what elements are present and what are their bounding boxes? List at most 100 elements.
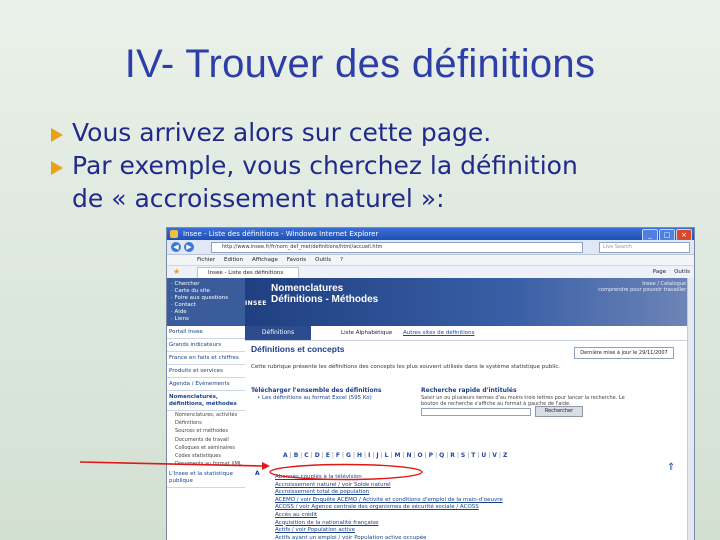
definition-link[interactable]: Acquisition de la nationalité française — [275, 520, 575, 528]
alphabet-letter-link[interactable]: U — [481, 452, 486, 459]
nav-item-active[interactable]: Nomenclatures, définitions, méthodes — [167, 391, 245, 411]
nav-item[interactable]: L'Insee et la statistique publique — [167, 468, 245, 489]
alphabet-letter-link[interactable]: E — [326, 452, 330, 459]
alphabet-letter-link[interactable]: F — [336, 452, 340, 459]
alphabet-separator: | — [289, 452, 292, 459]
vertical-scrollbar[interactable] — [687, 278, 694, 540]
subnav-item[interactable]: Sources et méthodes — [167, 427, 245, 435]
menu-edition[interactable]: Edition — [224, 255, 243, 265]
subnav-item[interactable]: Codes statistiques — [167, 452, 245, 460]
definition-link[interactable]: Abonnés couplés à la télévision — [275, 474, 575, 482]
alphabet-letter-link[interactable]: O — [418, 452, 423, 459]
alphabet-letter-link[interactable]: Q — [439, 452, 444, 459]
alphabet-separator: | — [435, 452, 438, 459]
menu-help[interactable]: ? — [340, 255, 343, 265]
back-icon[interactable]: ◀ — [171, 242, 181, 252]
alphabet-letter-link[interactable]: D — [315, 452, 320, 459]
alphabet-letter-link[interactable]: B — [294, 452, 299, 459]
tab-autres-sites[interactable]: Autres sites de définitions — [403, 326, 474, 340]
alphabet-separator: | — [321, 452, 324, 459]
bullet-2-text: Par exemple, vous cherchez la définition — [72, 151, 578, 180]
alphabet-letter-link[interactable]: A — [283, 452, 288, 459]
alphabet-letter-link[interactable]: P — [429, 452, 433, 459]
quick-link[interactable]: · Foire aux questions — [171, 295, 245, 302]
alphabet-separator: | — [380, 452, 383, 459]
quick-link[interactable]: · Chercher — [171, 281, 245, 288]
page-menu[interactable]: Page — [653, 267, 666, 277]
menu-affichage[interactable]: Affichage — [252, 255, 278, 265]
alphabet-letter-link[interactable]: C — [304, 452, 308, 459]
alphabet-letter-link[interactable]: S — [461, 452, 465, 459]
slide-title: IV- Trouver des définitions — [124, 42, 596, 86]
last-update-box: Dernière mise à jour le 29/11/2007 — [574, 347, 674, 359]
subnav-item[interactable]: Documents de travail — [167, 436, 245, 444]
alphabet-separator: | — [467, 452, 470, 459]
back-to-top-icon[interactable]: ⇑ — [667, 462, 675, 473]
definition-link[interactable]: ACOSS / voir Agence centrale des organis… — [275, 504, 575, 512]
nav-item[interactable]: France en faits et chiffres — [167, 352, 245, 365]
subnav-item[interactable]: Définitions — [167, 419, 245, 427]
catalogue-sub: comprendre pour pouvoir travailler — [598, 287, 686, 293]
definition-link[interactable]: Accroissement naturel / voir Solde natur… — [275, 482, 575, 490]
search-input[interactable]: Live Search — [599, 242, 690, 253]
insee-logo[interactable]: INSEE — [245, 300, 267, 310]
alphabet-letter-link[interactable]: H — [357, 452, 362, 459]
alphabet-separator: | — [342, 452, 345, 459]
nav-item[interactable]: Produits et services — [167, 365, 245, 378]
definition-link[interactable]: Accroissement total de population — [275, 489, 575, 497]
alphabet-letter-link[interactable]: M — [394, 452, 400, 459]
ie-icon — [170, 230, 178, 238]
menu-fichier[interactable]: Fichier — [197, 255, 215, 265]
favorites-star-icon[interactable]: ★ — [173, 267, 180, 276]
definition-list: Abonnés couplés à la télévision Accroisse… — [275, 474, 575, 540]
rapid-search-button[interactable]: Rechercher — [535, 406, 583, 417]
definition-link[interactable]: Actifs ayant un emploi / voir Population… — [275, 535, 575, 540]
browser-screenshot: Insee - Liste des définitions - Windows … — [167, 228, 694, 540]
quick-link[interactable]: · Contact — [171, 302, 245, 309]
alphabet-letter-link[interactable]: T — [471, 452, 475, 459]
subnav-item[interactable]: Colloques et séminaires — [167, 444, 245, 452]
header-title: Nomenclatures Définitions - Méthodes — [271, 283, 378, 305]
alphabet-letter-link[interactable]: R — [450, 452, 455, 459]
rapid-search-input[interactable] — [421, 408, 531, 416]
alphabet-index: A | B | C | D | E | F | G | H | I | J | L | M | N | O | P | Q | R | S | T | U |… — [283, 452, 507, 459]
quick-link[interactable]: · Aide — [171, 309, 245, 316]
subnav-item[interactable]: Documents au format XML — [167, 460, 245, 468]
alphabet-separator: | — [424, 452, 427, 459]
forward-icon[interactable]: ▶ — [184, 242, 194, 252]
letter-heading: A — [255, 470, 260, 477]
alphabet-separator: | — [364, 452, 367, 459]
menu-outils[interactable]: Outils — [315, 255, 331, 265]
quick-link[interactable]: · Carte du site — [171, 288, 245, 295]
address-input[interactable]: http://www.insee.fr/fr/nom_def_met/defin… — [211, 242, 583, 253]
alphabet-letter-link[interactable]: Z — [503, 452, 507, 459]
browser-tab[interactable]: Insee - Liste des définitions — [197, 267, 299, 278]
alphabet-letter-link[interactable]: N — [406, 452, 411, 459]
alphabet-letter-link[interactable]: V — [492, 452, 497, 459]
alphabet-separator: | — [310, 452, 313, 459]
alphabet-separator: | — [498, 452, 501, 459]
alphabet-separator: | — [352, 452, 355, 459]
menu-favoris[interactable]: Favoris — [287, 255, 306, 265]
intro-text: Cette rubrique présente les définitions … — [251, 364, 561, 370]
definition-link[interactable]: Accès au crédit — [275, 512, 575, 520]
alphabet-letter-link[interactable]: G — [346, 452, 351, 459]
nav-item[interactable]: Agenda / Evènements — [167, 378, 245, 391]
catalogue-label: Insee / Catalogue comprendre pour pouvoi… — [598, 281, 686, 293]
address-bar-row: ◀ ▶ http://www.insee.fr/fr/nom_def_met/d… — [167, 240, 694, 255]
tab-definitions[interactable]: Définitions — [245, 326, 311, 340]
subnav-item[interactable]: Nomenclatures, activités — [167, 411, 245, 419]
tools-menu[interactable]: Outils — [674, 267, 690, 277]
alphabet-letter-link[interactable]: L — [385, 452, 389, 459]
nav-item[interactable]: Portail Insee — [167, 326, 245, 339]
alphabet-letter-link[interactable]: I — [368, 452, 370, 459]
menu-bar: Fichier Edition Affichage Favoris Outils… — [167, 255, 694, 266]
tab-liste-alphabetique[interactable]: Liste Alphabétique — [341, 326, 392, 340]
definition-link[interactable]: Actifs / voir Population active — [275, 527, 575, 535]
alphabet-letter-link[interactable]: J — [376, 452, 378, 459]
alphabet-separator: | — [390, 452, 393, 459]
download-excel-link[interactable]: • Les définitions au format Excel (595 K… — [257, 395, 372, 401]
bullet-1-text: Vous arrivez alors sur cette page. — [72, 118, 492, 147]
quick-link[interactable]: · Liens — [171, 316, 245, 323]
nav-item[interactable]: Grands indicateurs — [167, 339, 245, 352]
